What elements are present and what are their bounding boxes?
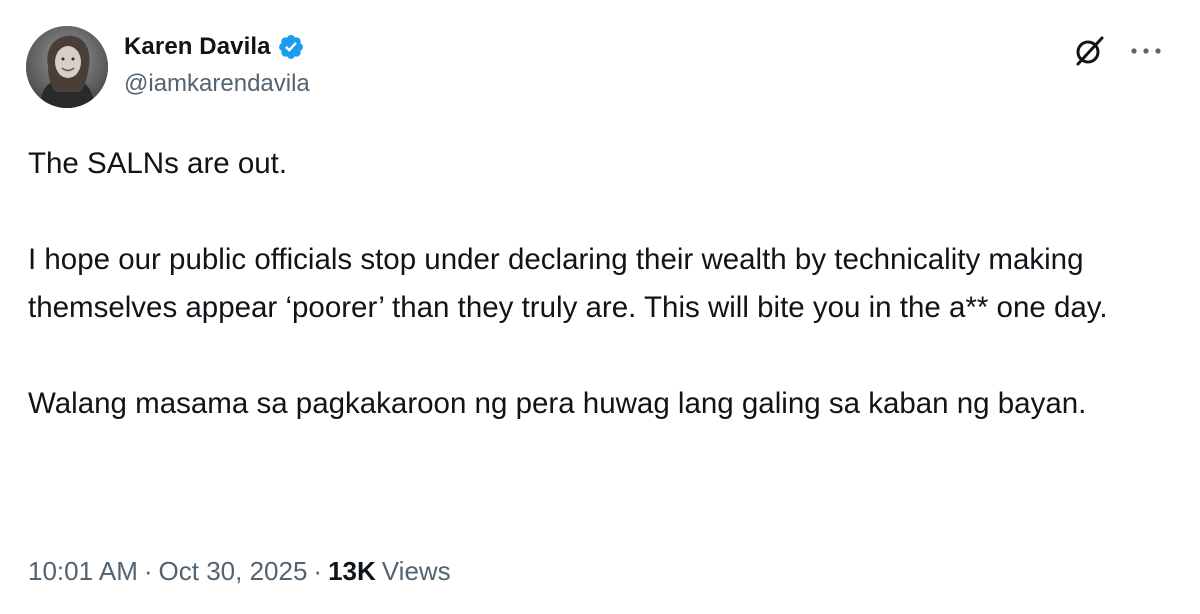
tweet-date[interactable]: Oct 30, 2025 xyxy=(159,556,308,587)
tweet-card: Karen Davila @iamkarendavila The SALNs a… xyxy=(0,0,1200,614)
tweet-top-actions xyxy=(1072,34,1164,68)
more-options-icon[interactable] xyxy=(1128,41,1164,61)
avatar[interactable] xyxy=(26,26,108,108)
tweet-paragraph: Walang masama sa pagkakaroon ng pera huw… xyxy=(28,387,1087,420)
verified-badge-icon[interactable] xyxy=(277,33,305,61)
display-name[interactable]: Karen Davila xyxy=(124,33,271,61)
tweet-text: The SALNs are out. I hope our public off… xyxy=(28,140,1168,428)
username-handle[interactable]: @iamkarendavila xyxy=(124,70,310,98)
profile-photo-icon xyxy=(26,26,108,108)
tweet-paragraph: I hope our public officials stop under d… xyxy=(28,243,1108,324)
tweet-time[interactable]: 10:01 AM xyxy=(28,556,138,587)
grok-icon[interactable] xyxy=(1072,34,1106,68)
tweet-paragraph: The SALNs are out. xyxy=(28,147,288,180)
meta-separator: · xyxy=(313,556,323,586)
meta-separator: · xyxy=(143,556,153,586)
tweet-meta: 10:01 AM · Oct 30, 2025 · 13K Views xyxy=(28,556,451,587)
author-info: Karen Davila @iamkarendavila xyxy=(124,30,310,98)
name-row: Karen Davila xyxy=(124,30,310,64)
views-label: Views xyxy=(381,556,451,586)
views-count[interactable]: 13K xyxy=(328,556,376,587)
